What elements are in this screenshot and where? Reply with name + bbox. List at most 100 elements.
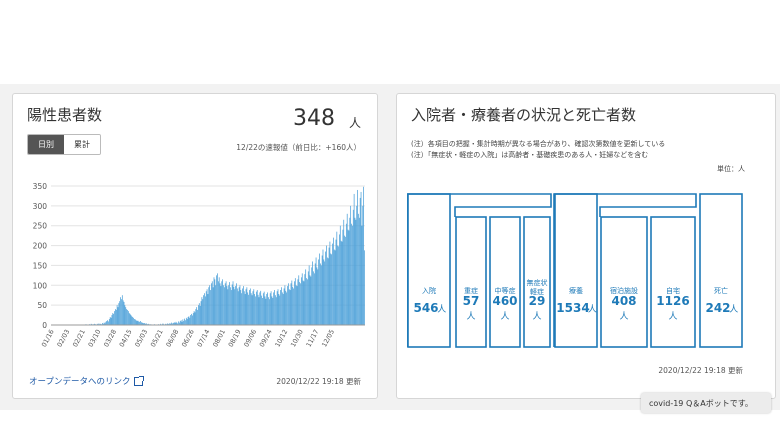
chart-bar (334, 250, 336, 325)
chart-bar (251, 295, 253, 325)
daily-cases-chart: 0 50 100 150 200 250 300 350 01/16 02/03 02/21 03/1… (33, 182, 365, 348)
chart-bar (216, 275, 217, 325)
chart-bar (312, 261, 313, 325)
chart-bar (326, 245, 327, 325)
chart-bar (299, 282, 300, 325)
chart-bar (272, 297, 274, 325)
y-tick-label: 50 (37, 301, 47, 310)
tab-daily[interactable]: 日別 (28, 135, 64, 154)
status-box-frame (407, 193, 451, 348)
chart-bar (277, 289, 279, 325)
chart-bar (236, 283, 237, 325)
chart-bar (204, 293, 205, 325)
status-box-value: 1534 (556, 301, 589, 315)
status-box-label: 死亡 (714, 286, 728, 295)
chart-bar (320, 263, 321, 325)
chart-bar (232, 281, 234, 325)
chart-bar (273, 292, 275, 325)
chart-bar (239, 285, 241, 325)
status-box-value: 57 (463, 294, 480, 308)
chart-bar (354, 217, 356, 325)
chart-bar (131, 316, 133, 325)
status-box-frame (600, 216, 648, 348)
chart-bar (108, 321, 109, 325)
chart-bar (345, 223, 347, 325)
chart-bar (128, 313, 130, 325)
chart-bar (114, 311, 115, 325)
x-tick-label: 08/19 (227, 328, 243, 348)
status-box-label: 療養 (569, 286, 583, 295)
chart-bar (243, 286, 244, 325)
chart-bar (119, 301, 121, 325)
chart-bar (179, 321, 181, 325)
chart-bar (264, 296, 266, 325)
chart-bar (335, 239, 337, 325)
chart-bar (109, 317, 111, 325)
chart-bar (262, 293, 264, 325)
chart-bar (316, 267, 318, 325)
chart-bar (247, 292, 249, 325)
chart-bar (310, 276, 312, 325)
chart-bar (263, 291, 265, 325)
positive-cases-title: 陽性患者数 (27, 106, 103, 124)
chart-bar (279, 295, 281, 325)
status-box-unit: 人 (588, 304, 597, 315)
chart-bar (138, 321, 140, 325)
chart-bar (331, 254, 332, 325)
chart-bar (113, 313, 115, 325)
chart-bar (241, 293, 243, 325)
chart-bar (293, 288, 294, 325)
chart-bar (278, 294, 280, 325)
chart-bar (363, 186, 365, 325)
chart-bar (257, 294, 259, 325)
chart-bar (115, 309, 117, 325)
chart-bar (282, 294, 284, 325)
status-box: 無症状軽症29人 (523, 216, 551, 348)
chart-bar (305, 269, 307, 325)
chart-bar (353, 193, 355, 325)
chart-bar (191, 315, 193, 325)
y-tick-label: 300 (33, 202, 48, 211)
y-tick-label: 200 (33, 242, 48, 251)
status-box-unit: 人 (500, 311, 509, 322)
status-box-label: 入院 (422, 286, 436, 295)
chart-bar (120, 297, 121, 325)
chart-bar (311, 267, 313, 325)
chart-bar (111, 315, 113, 325)
chart-bar (197, 309, 198, 325)
chart-bar (246, 287, 248, 325)
unit-label: 単位：人 (717, 165, 745, 173)
chart-bar (234, 289, 236, 325)
open-data-link[interactable]: オープンデータへのリンク (29, 375, 144, 387)
x-tick-label: 06/08 (164, 328, 180, 348)
chart-bar (212, 287, 214, 325)
chart-bar (106, 321, 108, 325)
chart-bar (289, 290, 291, 325)
chart-bar (344, 235, 345, 325)
chart-bar (125, 307, 127, 325)
chart-bar (237, 291, 239, 325)
chart-bar (341, 241, 343, 325)
chart-bar (313, 271, 314, 325)
chart-bar (276, 291, 278, 325)
chart-bar (124, 305, 126, 325)
chart-bar (249, 288, 251, 325)
chart-bar (269, 293, 271, 325)
y-tick-label: 250 (33, 222, 48, 231)
preliminary-note: 12/22の速報値（前日比：+160人） (236, 143, 361, 152)
qa-bot-toast[interactable]: covid-19 Q＆Aボットです。 (641, 393, 771, 413)
chart-bar (206, 289, 208, 325)
status-box-frame (489, 216, 521, 348)
chart-bar (217, 273, 218, 325)
chart-bar (203, 295, 204, 325)
chart-bar (300, 283, 301, 325)
status-box-value: 546 (413, 301, 438, 315)
tab-cumulative[interactable]: 累計 (64, 135, 100, 154)
chart-bar (252, 291, 254, 325)
x-tick-label: 12/05 (320, 328, 336, 348)
status-note-1: (注）各項目の把握・集計時期が異なる場合があり、確認次第数値を更新している (411, 140, 666, 148)
chart-bar (116, 305, 118, 325)
chart-bar (130, 315, 132, 325)
chart-bar (226, 286, 228, 325)
chart-bar (290, 283, 292, 325)
